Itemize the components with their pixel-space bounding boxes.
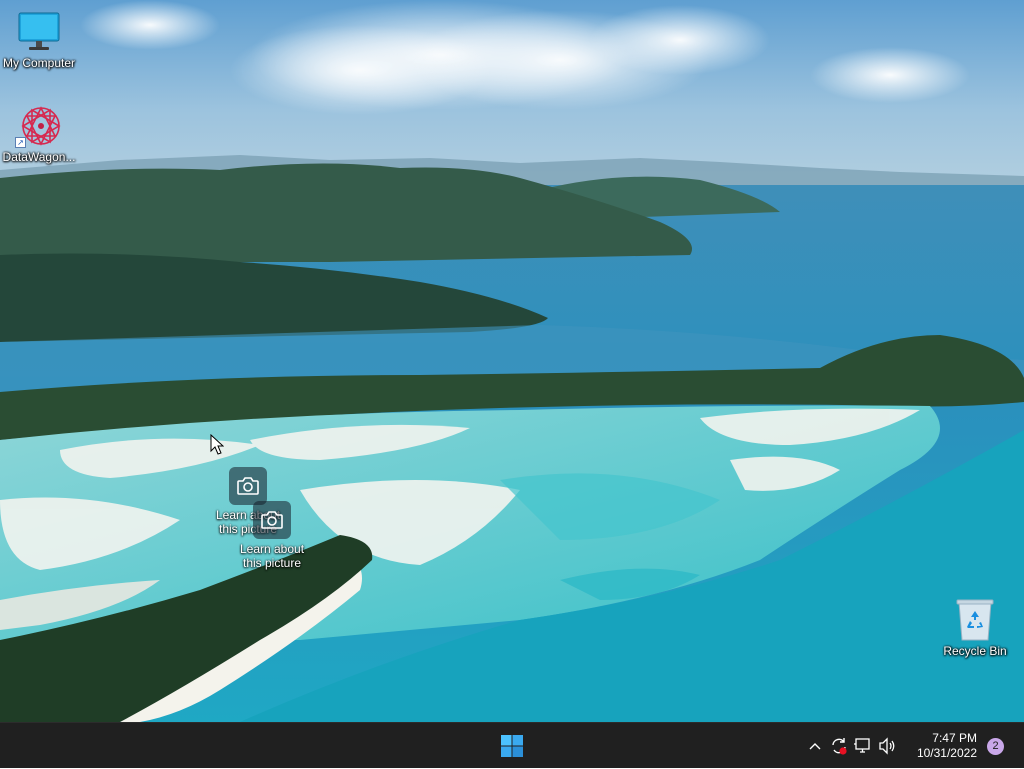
monitor-icon [15,10,63,54]
notification-badge[interactable]: 2 [987,737,1004,755]
learn-about-picture-icon[interactable]: Learn about this picture [224,501,320,570]
camera-icon [253,501,291,539]
clock[interactable]: 7:47 PM 10/31/2022 [907,731,977,761]
shortcut-arrow-icon: ↗ [15,137,26,148]
desktop-icon-recycle-bin[interactable]: Recycle Bin [936,598,1014,658]
mouse-cursor-icon [210,433,225,461]
desktop-icon-datawagon[interactable]: ↗ DataWagon... [0,104,78,164]
sync-error-icon[interactable] [827,734,851,758]
start-button[interactable] [496,730,528,762]
clock-date: 10/31/2022 [916,746,977,760]
clock-time: 7:47 PM [932,731,977,745]
windows-logo-icon [501,735,523,757]
desktop-icon-my-computer[interactable]: My Computer [0,10,78,70]
desktop-icon-label: DataWagon... [2,150,76,164]
chevron-up-icon[interactable] [803,734,827,758]
network-icon[interactable] [851,734,875,758]
datawagon-logo-icon: ↗ [15,104,63,148]
desktop-icon-label: My Computer [2,56,76,70]
desktop-icon-label: Recycle Bin [943,644,1007,658]
system-tray: 7:47 PM 10/31/2022 2 [803,723,1024,769]
learn-about-picture-label: Learn about this picture [239,542,305,570]
recycle-bin-icon [951,598,999,642]
taskbar: 7:47 PM 10/31/2022 2 [0,722,1024,768]
desktop-wallpaper[interactable] [0,0,1024,722]
camera-icon [229,467,267,505]
volume-icon[interactable] [875,734,899,758]
